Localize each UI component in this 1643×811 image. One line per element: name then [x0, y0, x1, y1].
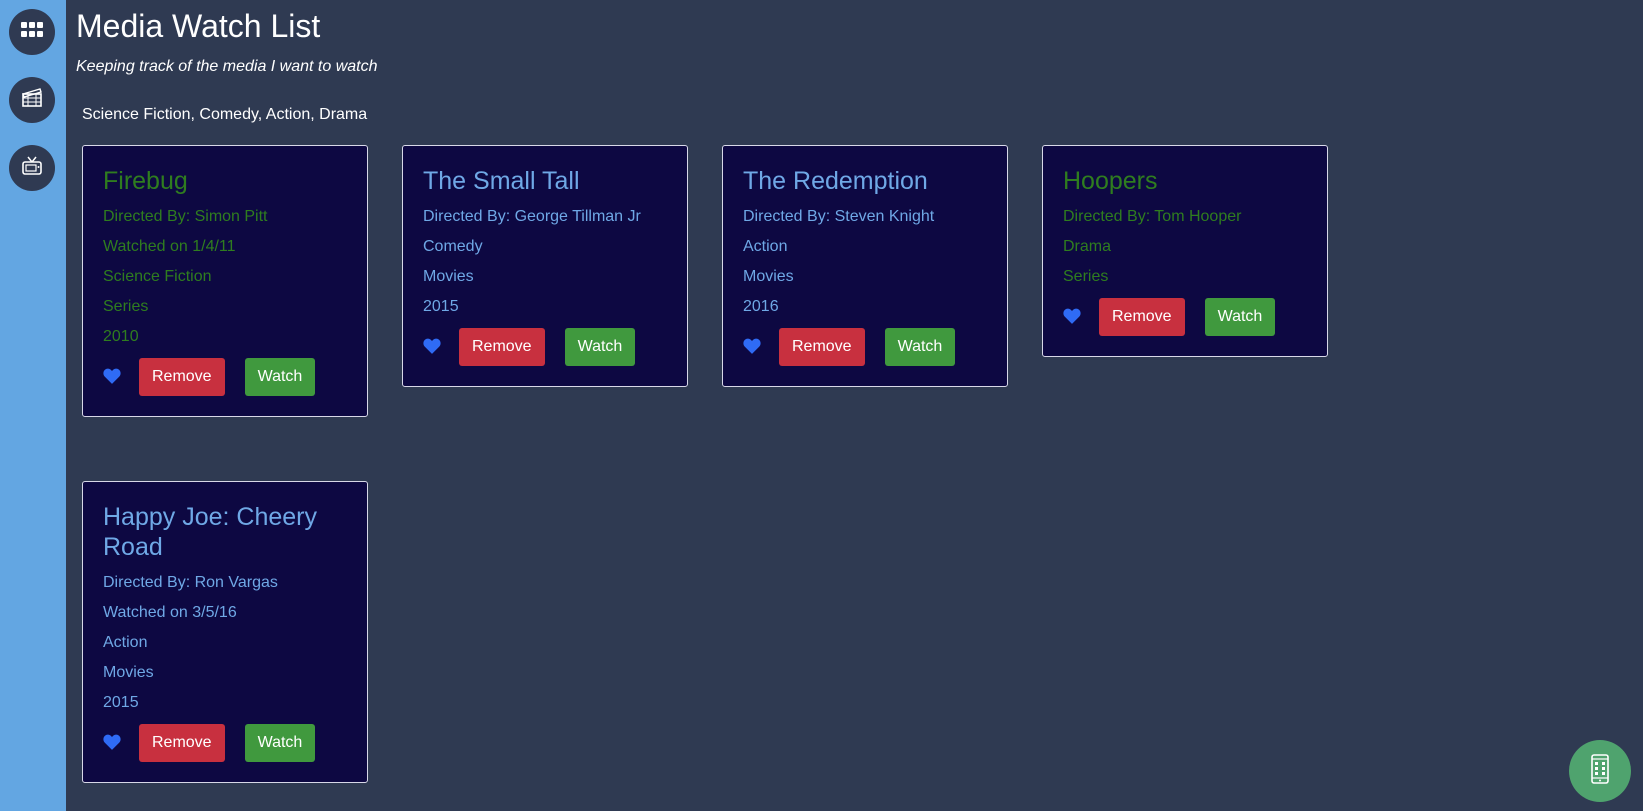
card-actions: Remove Watch [103, 724, 347, 762]
tv-icon [21, 156, 43, 181]
heart-icon[interactable] [103, 734, 121, 752]
mobile-phone-icon [1591, 753, 1609, 789]
media-title: Hoopers [1063, 167, 1158, 195]
media-genre: Action [743, 238, 788, 255]
media-year: 2015 [423, 298, 459, 315]
media-card: The Redemption Directed By: Steven Knigh… [722, 145, 1008, 387]
card-actions: Remove Watch [743, 328, 987, 366]
card-actions: Remove Watch [1063, 298, 1307, 336]
watch-button[interactable]: Watch [244, 358, 316, 396]
mobile-view-button[interactable] [1569, 740, 1631, 802]
media-title: Firebug [103, 167, 188, 195]
watch-button[interactable]: Watch [884, 328, 956, 366]
media-director: Directed By: George Tillman Jr [423, 208, 641, 225]
remove-button[interactable]: Remove [459, 328, 545, 366]
media-card: Firebug Directed By: Simon Pitt Watched … [82, 145, 368, 417]
remove-button[interactable]: Remove [139, 724, 225, 762]
sidebar-item-tv[interactable] [9, 145, 55, 191]
media-director: Directed By: Ron Vargas [103, 574, 278, 591]
media-title: Happy Joe: Cheery Road [103, 503, 318, 561]
media-card: Happy Joe: Cheery Road Directed By: Ron … [82, 481, 368, 783]
media-director: Directed By: Tom Hooper [1063, 208, 1242, 225]
card-actions: Remove Watch [103, 358, 347, 396]
watch-button[interactable]: Watch [244, 724, 316, 762]
media-title: The Small Tall [423, 167, 580, 195]
media-watched-date: Watched on 3/5/16 [103, 604, 237, 621]
media-year: 2010 [103, 328, 139, 345]
media-genre: Science Fiction [103, 268, 212, 285]
media-genre: Comedy [423, 238, 483, 255]
genre-list: Science Fiction, Comedy, Action, Drama [82, 106, 368, 123]
media-title: The Redemption [743, 167, 928, 195]
heart-icon[interactable] [743, 338, 761, 356]
sidebar-item-movies[interactable] [9, 77, 55, 123]
watch-button[interactable]: Watch [1204, 298, 1276, 336]
media-year: 2015 [103, 694, 139, 711]
media-director: Directed By: Simon Pitt [103, 208, 268, 225]
media-watched-date: Watched on 1/4/11 [103, 238, 236, 255]
remove-button[interactable]: Remove [1099, 298, 1185, 336]
heart-icon[interactable] [1063, 308, 1081, 326]
sidebar-item-all[interactable] [9, 9, 55, 55]
card-actions: Remove Watch [423, 328, 667, 366]
page-title: Media Watch List [76, 8, 321, 44]
remove-button[interactable]: Remove [139, 358, 225, 396]
media-year: 2016 [743, 298, 779, 315]
media-card: Hoopers Directed By: Tom Hooper Drama Se… [1042, 145, 1328, 357]
grid-icon [21, 21, 43, 43]
remove-button[interactable]: Remove [779, 328, 865, 366]
media-director: Directed By: Steven Knight [743, 208, 935, 225]
page-subtitle: Keeping track of the media I want to wat… [76, 58, 378, 75]
media-type: Series [1063, 268, 1109, 285]
film-icon [21, 87, 43, 113]
media-genre: Drama [1063, 238, 1112, 255]
sidebar [0, 0, 66, 811]
media-genre: Action [103, 634, 148, 651]
media-type: Movies [743, 268, 794, 285]
heart-icon[interactable] [103, 368, 121, 386]
media-type: Movies [423, 268, 474, 285]
media-type: Series [103, 298, 149, 315]
watch-button[interactable]: Watch [564, 328, 636, 366]
media-type: Movies [103, 664, 154, 681]
media-card: The Small Tall Directed By: George Tillm… [402, 145, 688, 387]
heart-icon[interactable] [423, 338, 441, 356]
